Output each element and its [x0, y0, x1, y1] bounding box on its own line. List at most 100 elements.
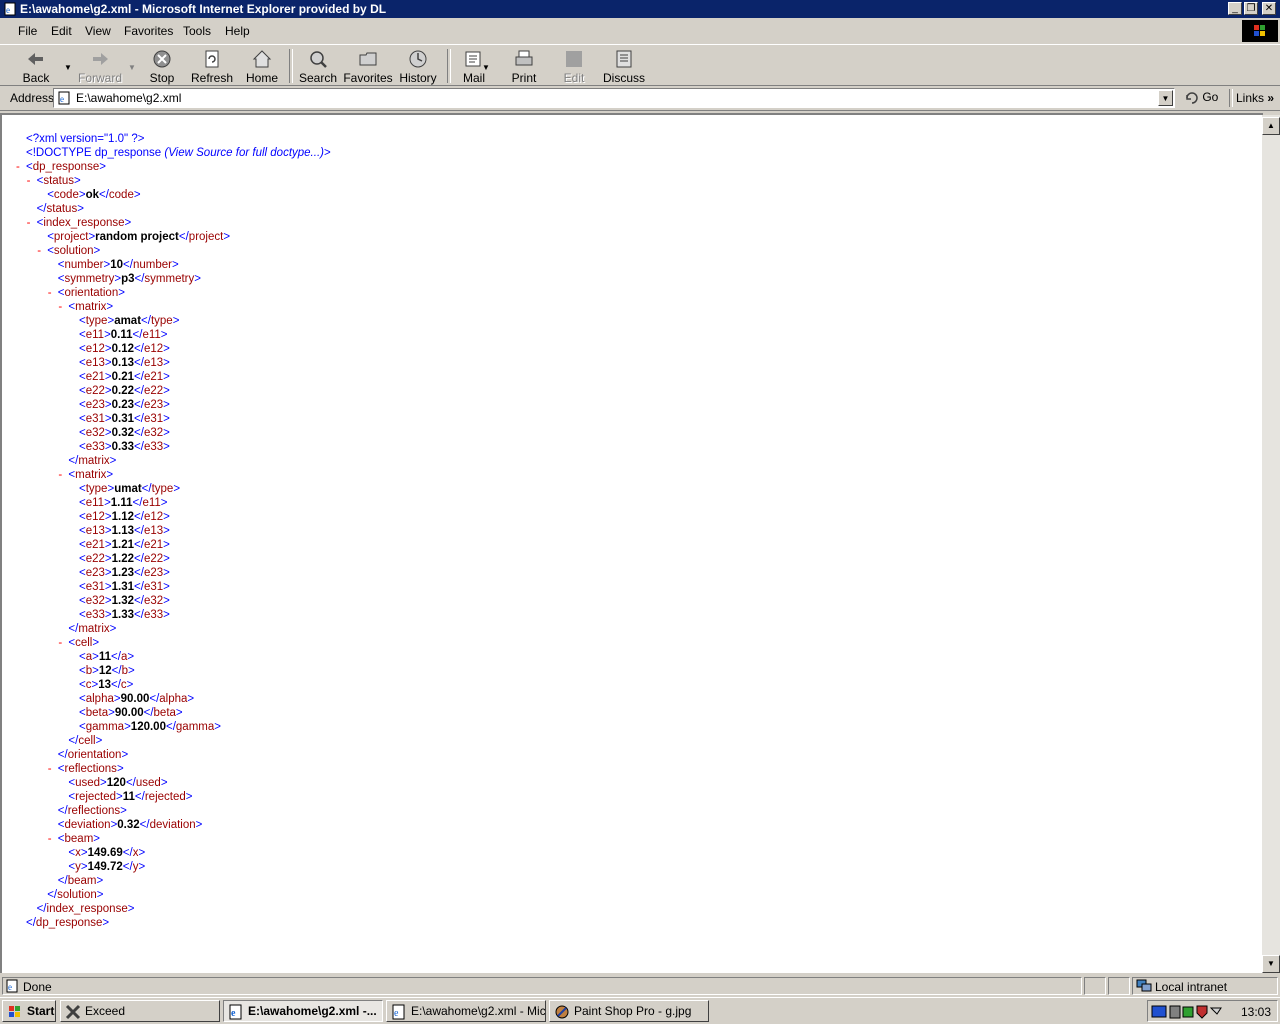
- intranet-icon: [1136, 979, 1152, 992]
- xml-text-value: 0.32: [117, 819, 140, 831]
- xml-tag-name: e23: [143, 567, 164, 579]
- xml-text-value: 1.32: [111, 595, 135, 607]
- xml-tag-name: e12: [85, 511, 105, 523]
- xml-tag-name: e13: [85, 357, 105, 369]
- xml-text-value: 0.12: [111, 343, 135, 355]
- restore-button[interactable]: ❐: [1244, 2, 1258, 15]
- xml-text-value: 11: [98, 651, 112, 663]
- links-label: Links: [1236, 91, 1265, 105]
- discuss-button[interactable]: Discuss: [600, 47, 648, 85]
- xml-line: <e31>1.31</e31>: [79, 581, 170, 593]
- collapse-toggle-icon[interactable]: -: [16, 160, 20, 174]
- xml-text-value: 0.13: [111, 357, 135, 369]
- xml-line: - <beam>: [47, 833, 101, 845]
- xml-line: </beam>: [57, 875, 104, 887]
- status-text-panel: e Done: [2, 977, 1082, 995]
- xml-text-value: 1.31: [111, 581, 135, 593]
- xml-tag-name: cell: [75, 637, 93, 649]
- clock: 13:03: [1240, 1005, 1271, 1019]
- favorites-button[interactable]: Favorites: [343, 47, 393, 85]
- status-panel-empty: [1108, 977, 1130, 995]
- print-button[interactable]: Print: [500, 47, 548, 85]
- title-bar[interactable]: e E:\awahome\g2.xml - Microsoft Internet…: [0, 0, 1280, 18]
- history-icon: [409, 50, 427, 68]
- xml-tag-name: e31: [143, 413, 164, 425]
- xml-tag-name: e32: [143, 427, 164, 439]
- collapse-toggle-icon[interactable]: -: [48, 286, 52, 300]
- address-input[interactable]: e E:\awahome\g2.xml ▼: [53, 88, 1175, 108]
- discuss-icon: [616, 50, 632, 68]
- menu-help[interactable]: Help: [225, 24, 250, 38]
- xml-tag-name: gamma: [175, 721, 215, 733]
- home-button[interactable]: Home: [238, 47, 286, 85]
- minimize-button[interactable]: _: [1228, 2, 1242, 15]
- xml-tag-name: symmetry: [64, 273, 115, 285]
- collapse-toggle-icon[interactable]: -: [27, 174, 31, 188]
- xml-tag-name: orientation: [67, 749, 122, 761]
- security-zone-text: Local intranet: [1155, 980, 1228, 994]
- history-button[interactable]: History: [394, 47, 442, 85]
- collapse-toggle-icon[interactable]: -: [37, 244, 41, 258]
- forward-button[interactable]: Forward: [76, 47, 124, 85]
- xml-text-value: 1.21: [111, 539, 135, 551]
- links-button[interactable]: Links »: [1236, 91, 1274, 105]
- svg-text:e: e: [6, 5, 10, 15]
- xml-line: <used>120</used>: [68, 777, 168, 789]
- exceed-icon: [65, 1004, 81, 1020]
- xml-text-value: 13: [98, 679, 111, 691]
- xml-tag-name: e32: [85, 427, 105, 439]
- task-ie-second[interactable]: e E:\awahome\g2.xml - Micr...: [386, 1000, 546, 1022]
- close-button[interactable]: ✕: [1262, 2, 1276, 15]
- xml-line: - <solution>: [37, 245, 101, 257]
- task-exceed[interactable]: Exceed: [60, 1000, 220, 1022]
- start-button[interactable]: Start: [2, 1000, 56, 1022]
- menu-view[interactable]: View: [85, 24, 111, 38]
- search-button[interactable]: Search: [294, 47, 342, 85]
- chevron-right-icon: »: [1267, 91, 1275, 105]
- stop-button[interactable]: Stop: [138, 47, 186, 85]
- xml-tag-name: gamma: [85, 721, 125, 733]
- xml-tag-name: matrix: [78, 455, 110, 467]
- mail-button[interactable]: Mail: [450, 47, 498, 85]
- collapse-toggle-icon[interactable]: -: [48, 832, 52, 846]
- windows-logo-icon: [9, 1006, 20, 1017]
- xml-line: </matrix>: [68, 623, 117, 635]
- menu-tools[interactable]: Tools: [183, 24, 211, 38]
- collapse-toggle-icon[interactable]: -: [58, 636, 62, 650]
- forward-arrow-icon: [93, 53, 108, 65]
- edit-button[interactable]: Edit: [550, 47, 598, 85]
- xml-line: <e21>1.21</e21>: [79, 539, 170, 551]
- menu-favorites[interactable]: Favorites: [124, 24, 173, 38]
- collapse-toggle-icon[interactable]: -: [27, 216, 31, 230]
- xml-line: <!DOCTYPE dp_response (View Source for f…: [26, 147, 331, 159]
- collapse-toggle-icon[interactable]: -: [48, 762, 52, 776]
- xml-text-value: p3: [121, 273, 135, 285]
- scroll-up-arrow-icon[interactable]: ▲: [1262, 117, 1280, 135]
- xml-tag-name: reflections: [67, 805, 121, 817]
- collapse-toggle-icon[interactable]: -: [58, 300, 62, 314]
- address-dropdown-icon[interactable]: ▼: [1158, 90, 1173, 106]
- collapse-toggle-icon[interactable]: -: [58, 468, 62, 482]
- xml-line: <code>ok</code>: [47, 189, 141, 201]
- xml-tag-name: e33: [143, 441, 164, 453]
- menu-file[interactable]: File: [18, 24, 37, 38]
- task-ie-active[interactable]: e E:\awahome\g2.xml -...: [223, 1000, 383, 1022]
- xml-line: <beta>90.00</beta>: [79, 707, 183, 719]
- back-button[interactable]: Back: [12, 47, 60, 85]
- xml-tag-name: index_response: [46, 903, 128, 915]
- scroll-down-arrow-icon[interactable]: ▼: [1262, 955, 1280, 973]
- xml-line: </matrix>: [68, 455, 117, 467]
- xml-tag-name: e23: [143, 399, 164, 411]
- task-paint-shop-pro[interactable]: Paint Shop Pro - g.jpg: [549, 1000, 709, 1022]
- menu-edit[interactable]: Edit: [51, 24, 72, 38]
- xml-line: <a>11</a>: [79, 651, 135, 663]
- xml-tag-name: dp_response: [35, 917, 103, 929]
- xml-tag-name: code: [53, 189, 79, 201]
- go-button[interactable]: Go: [1185, 90, 1218, 105]
- refresh-button[interactable]: Refresh: [188, 47, 236, 85]
- mail-icon: [465, 51, 481, 67]
- xml-tag-name: cell: [78, 735, 96, 747]
- mail-dropdown-icon[interactable]: ▼: [482, 63, 490, 72]
- vertical-scrollbar[interactable]: ▲ ▼: [1262, 115, 1280, 973]
- xml-content-pane[interactable]: <?xml version="1.0" ?> <!DOCTYPE dp_respo…: [0, 113, 1263, 973]
